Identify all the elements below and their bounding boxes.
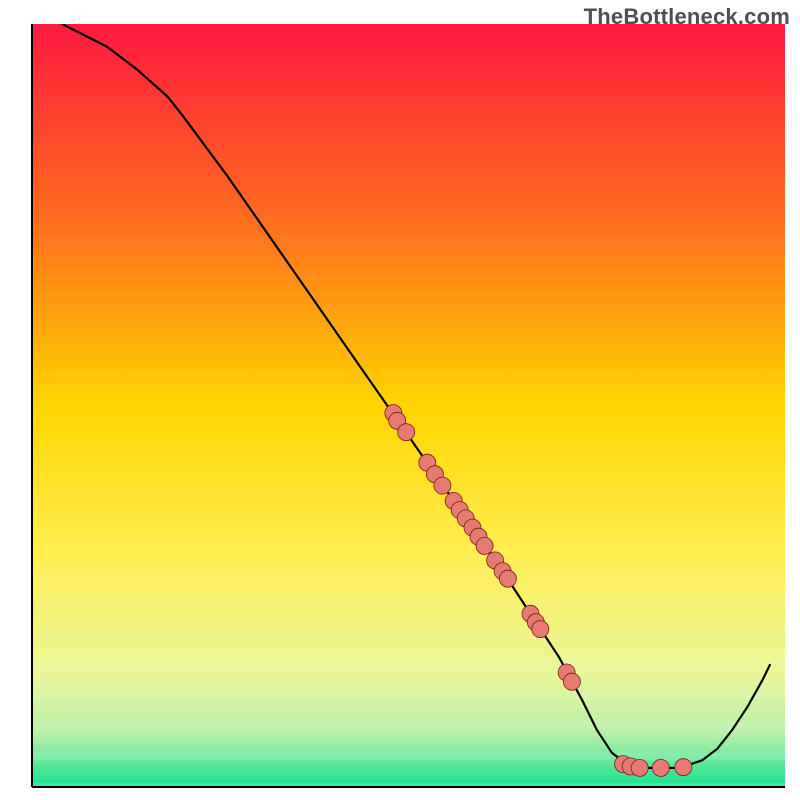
scatter-point	[563, 673, 580, 690]
scatter-point	[398, 424, 415, 441]
scatter-point	[476, 537, 493, 554]
bottleneck-chart: TheBottleneck.com	[0, 0, 800, 800]
scatter-point	[652, 759, 669, 776]
gradient-background	[32, 24, 785, 787]
scatter-point	[675, 759, 692, 776]
watermark-label: TheBottleneck.com	[584, 4, 790, 30]
scatter-point	[434, 477, 451, 494]
scatter-point	[499, 570, 516, 587]
chart-canvas	[0, 0, 800, 800]
scatter-point	[532, 621, 549, 638]
scatter-point	[631, 759, 648, 776]
